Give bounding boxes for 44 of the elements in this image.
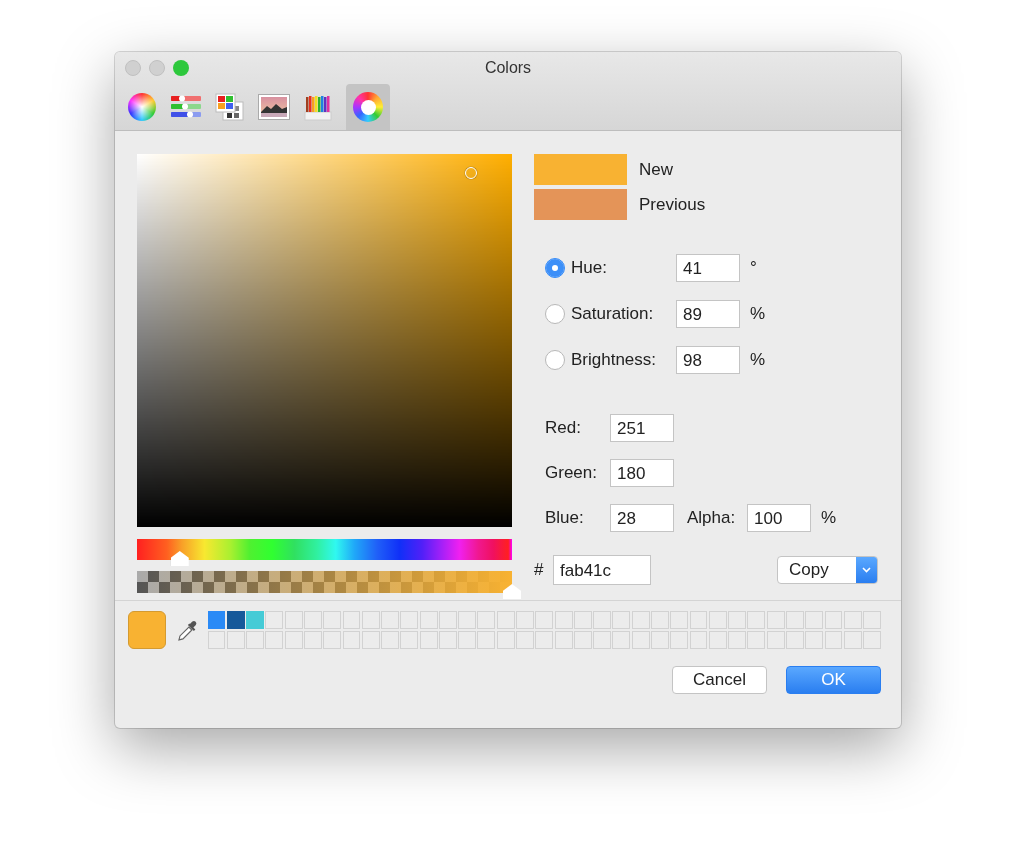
number-field[interactable]: 41 xyxy=(676,254,740,282)
color-swatch[interactable] xyxy=(207,611,226,630)
saturation-brightness-square[interactable] xyxy=(137,154,512,528)
close-button[interactable] xyxy=(125,60,141,76)
hex-field[interactable]: fab41c xyxy=(553,555,651,585)
pencils-icon xyxy=(304,93,332,121)
zoom-button[interactable] xyxy=(173,60,189,76)
color-swatch[interactable] xyxy=(246,611,264,630)
palettes-icon xyxy=(215,93,245,121)
copy-dropdown[interactable]: Copy xyxy=(777,556,878,584)
number-field[interactable]: 89 xyxy=(676,300,740,328)
sliders-icon xyxy=(170,94,202,120)
preview-label: Previous xyxy=(639,194,706,215)
field-label: Hue: xyxy=(571,258,608,278)
unit-label: ° xyxy=(750,258,757,278)
number-field[interactable]: 28 xyxy=(610,504,674,532)
current-color-well[interactable] xyxy=(128,611,166,649)
unit-label: % xyxy=(821,508,837,528)
unit-label: % xyxy=(750,350,766,370)
field-label: Green: xyxy=(545,463,598,483)
field-label: Blue: xyxy=(545,508,585,528)
hue-slider-thumb[interactable] xyxy=(170,551,189,567)
color-wheel-icon xyxy=(128,93,156,121)
opacity-slider-thumb[interactable] xyxy=(503,584,521,599)
color-swatch[interactable] xyxy=(226,611,245,630)
unit-label: % xyxy=(750,304,766,324)
window-title: Colors xyxy=(484,59,532,77)
radio-button[interactable] xyxy=(545,304,565,324)
field-label: Alpha: xyxy=(687,508,737,528)
number-field[interactable]: 98 xyxy=(676,346,740,374)
cancel-button[interactable]: Cancel xyxy=(672,666,767,694)
field-label: Brightness: xyxy=(571,350,658,370)
number-field[interactable]: 180 xyxy=(610,459,674,487)
chevron-down-icon xyxy=(862,567,871,573)
number-field[interactable]: 100 xyxy=(747,504,811,532)
radio-button[interactable] xyxy=(545,258,565,278)
radio-button[interactable] xyxy=(545,350,565,370)
field-label: Red: xyxy=(545,418,582,438)
hex-prefix: # xyxy=(534,560,545,580)
number-field[interactable]: 251 xyxy=(610,414,674,442)
minimize-button[interactable] xyxy=(149,60,165,76)
preview-label: New xyxy=(639,159,673,180)
landscape-image-icon xyxy=(258,94,290,120)
field-label: Saturation: xyxy=(571,304,655,324)
